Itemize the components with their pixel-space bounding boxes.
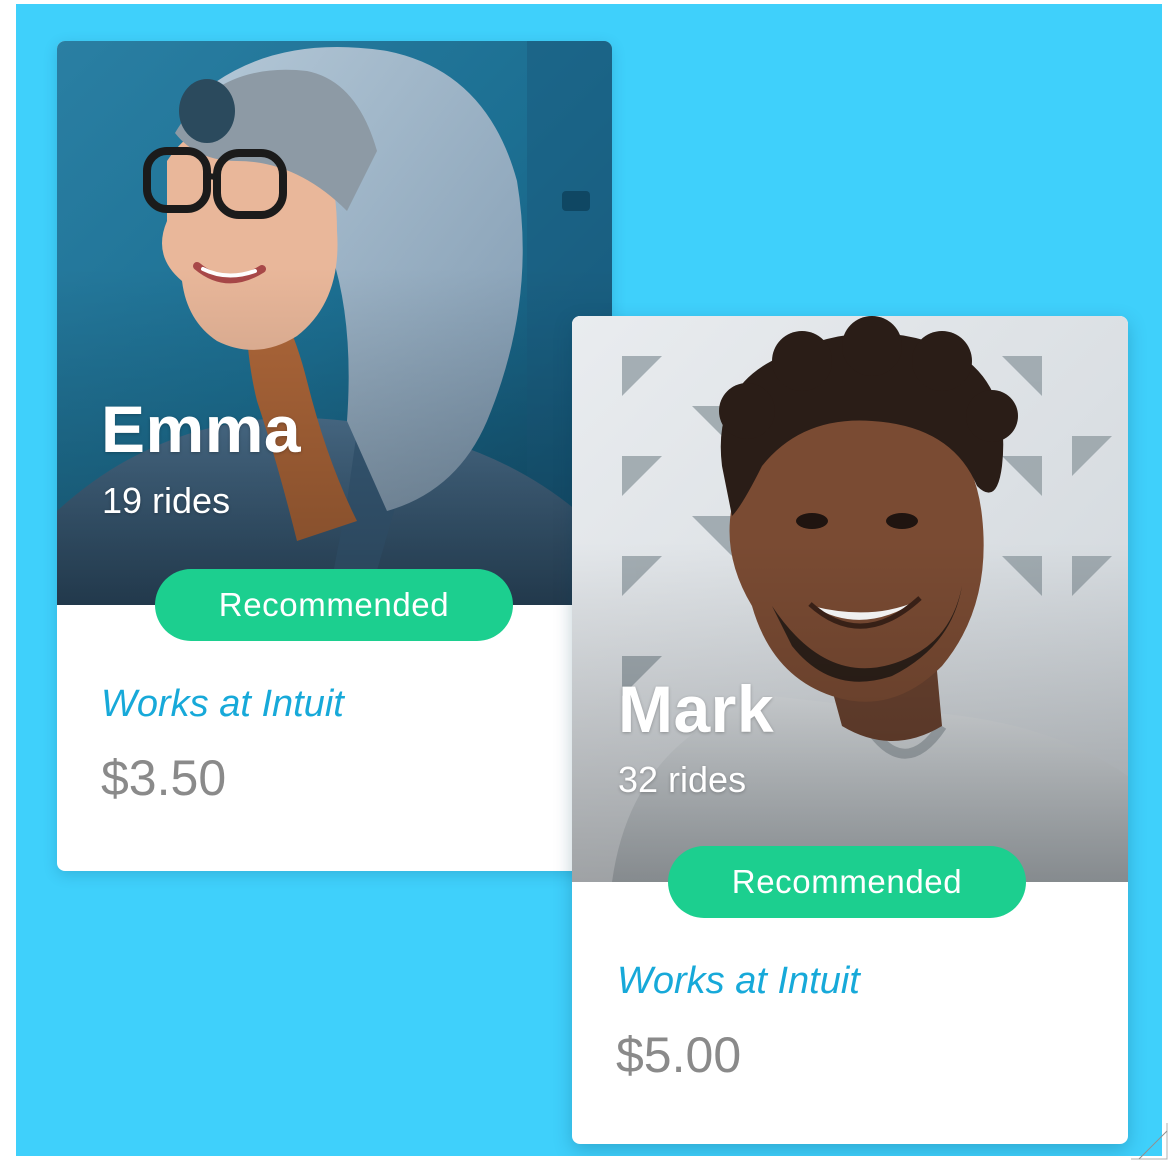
cards-panel: Emma 19 rides Recommended Works at Intui… xyxy=(16,4,1162,1156)
employer-text: Works at Intuit xyxy=(617,960,860,1002)
recommended-badge: Recommended xyxy=(155,569,513,641)
resize-corner-icon xyxy=(1131,1123,1168,1160)
driver-name: Emma xyxy=(101,392,302,466)
driver-card-mark[interactable]: Mark 32 rides Recommended Works at Intui… xyxy=(572,316,1128,1144)
employer-text: Works at Intuit xyxy=(101,683,344,725)
ride-price: $3.50 xyxy=(101,750,227,806)
ride-count: 19 rides xyxy=(102,480,231,521)
driver-name: Mark xyxy=(618,672,775,746)
recommended-badge: Recommended xyxy=(668,846,1026,918)
ride-count: 32 rides xyxy=(618,759,747,800)
driver-card-emma[interactable]: Emma 19 rides Recommended Works at Intui… xyxy=(57,41,612,871)
ride-price: $5.00 xyxy=(616,1027,742,1083)
